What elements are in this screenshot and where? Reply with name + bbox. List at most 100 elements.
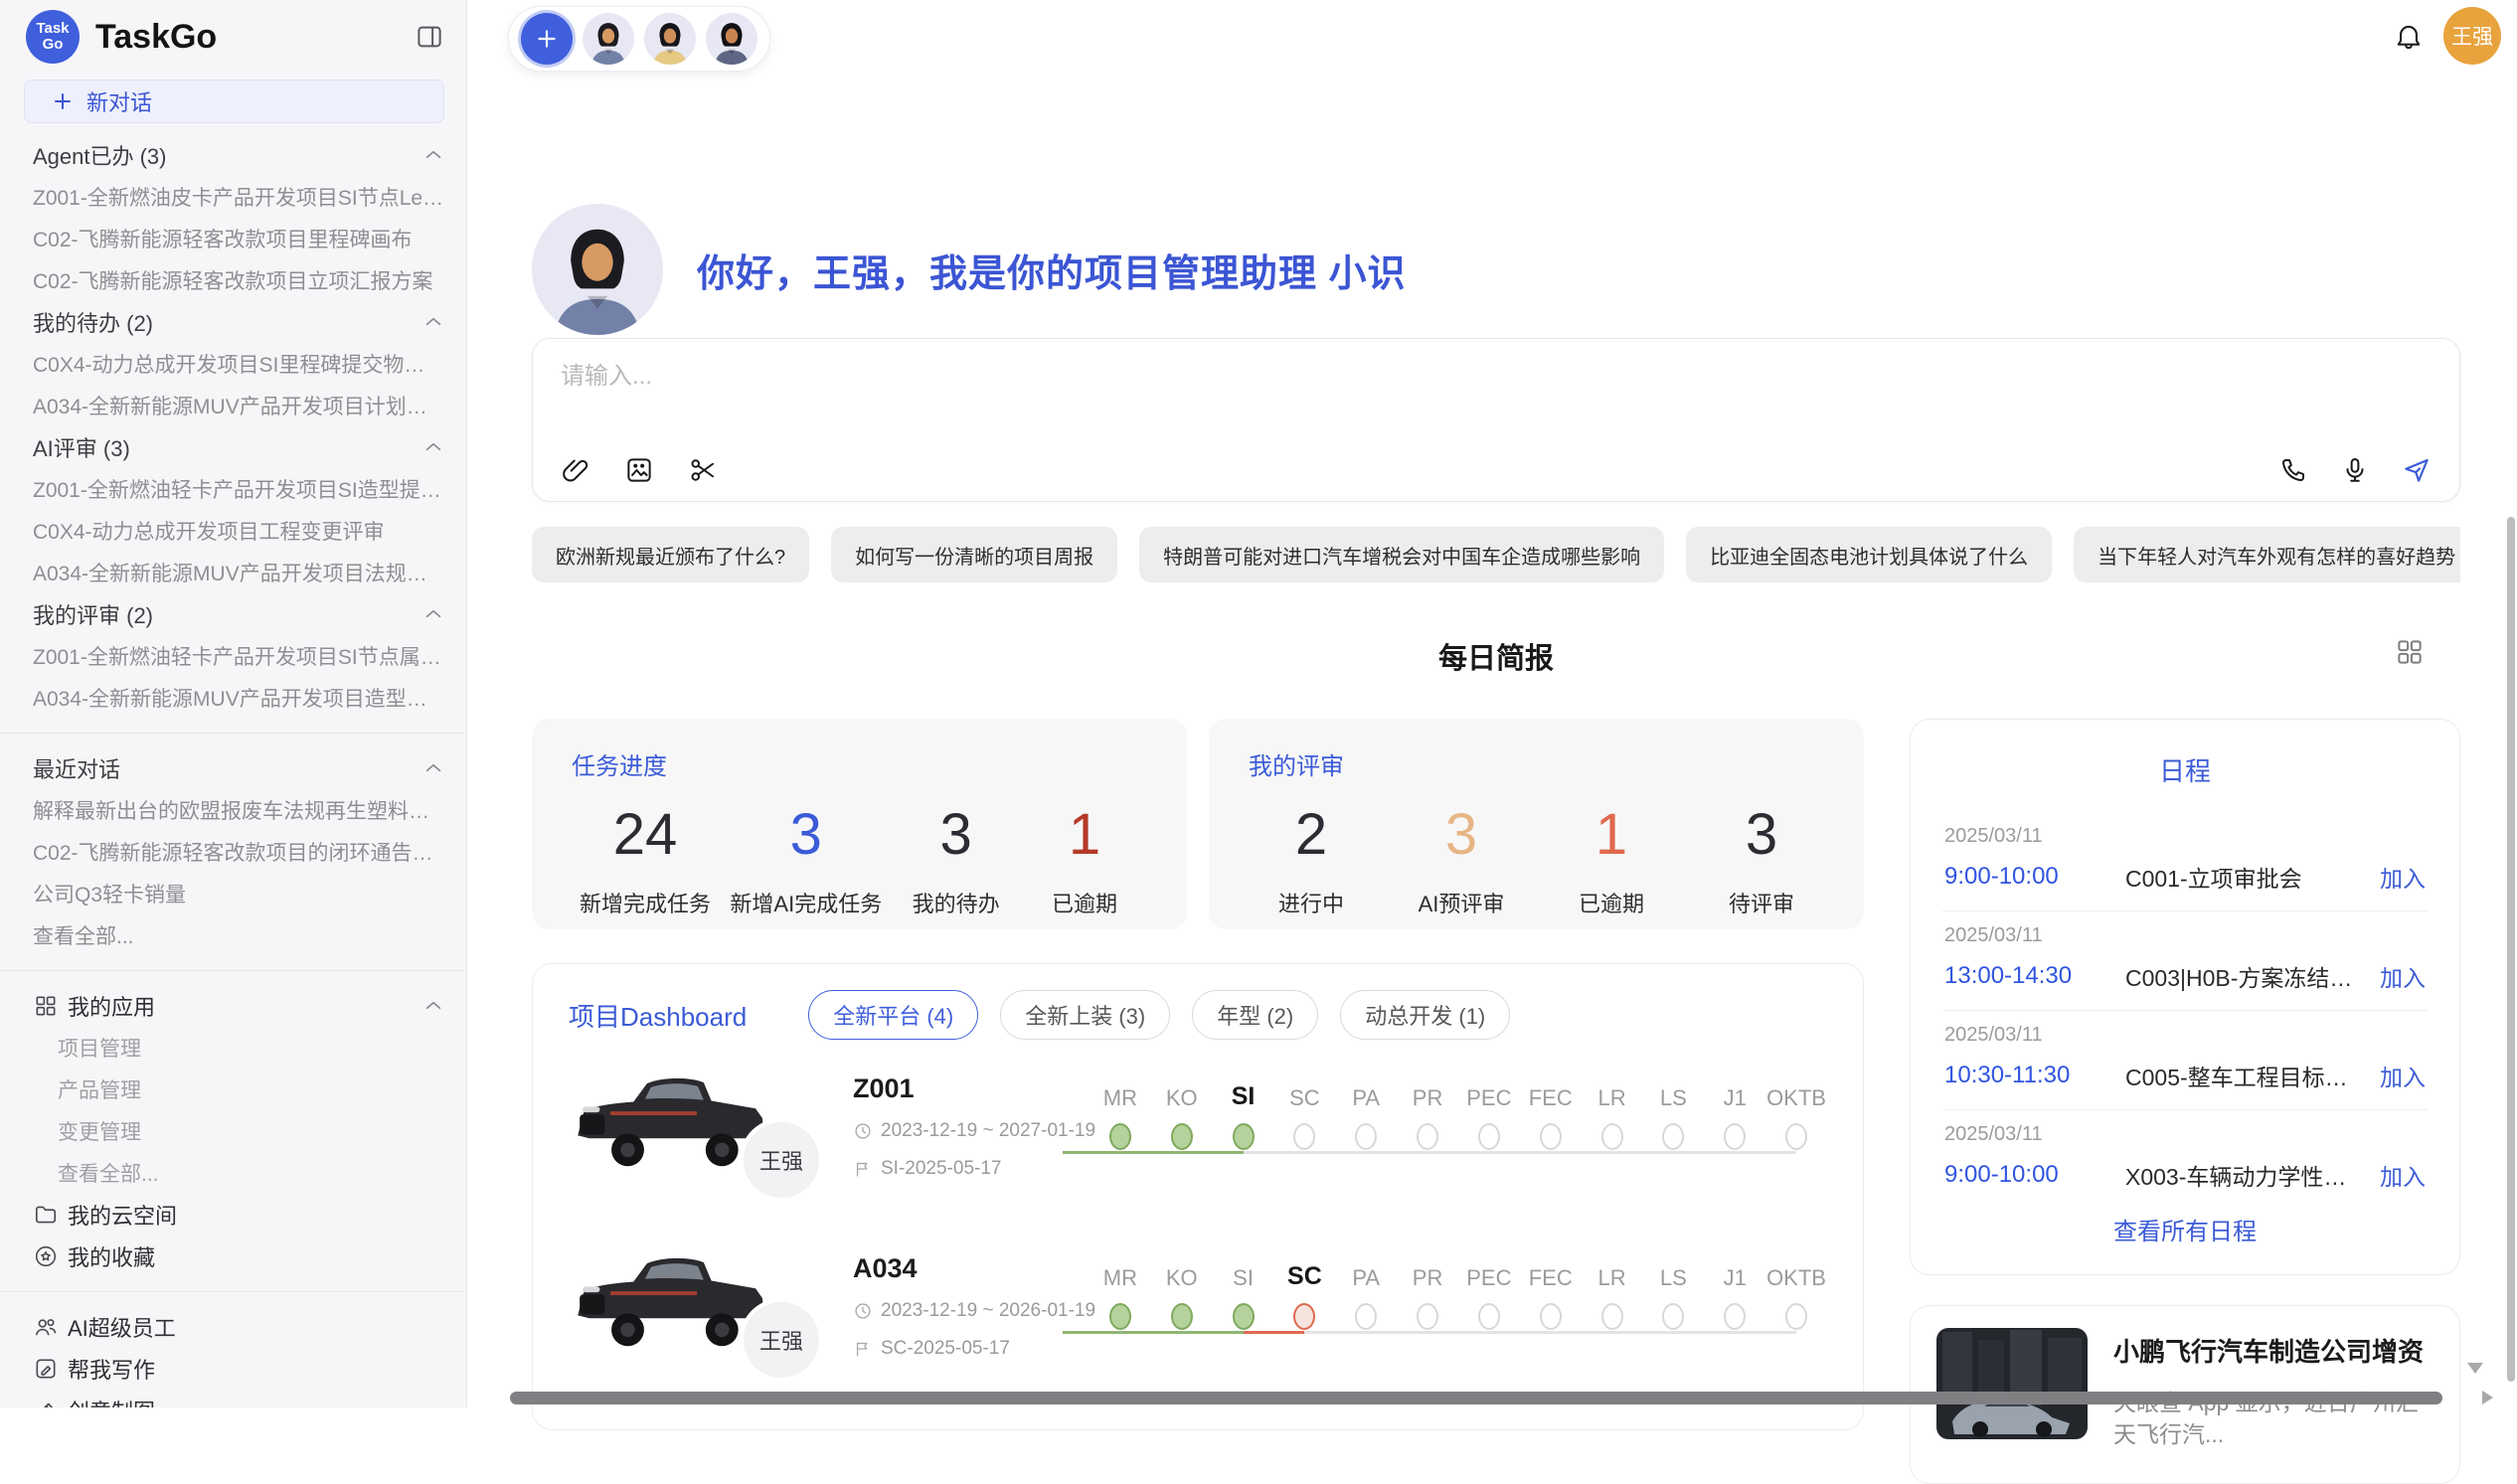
recent-chat-item[interactable]: 公司Q3轻卡销量 xyxy=(0,873,466,914)
milestone: SI xyxy=(1213,1259,1274,1400)
sidebar-tool-people[interactable]: AI超级员工 xyxy=(0,1306,466,1348)
milestone-dot xyxy=(1540,1303,1562,1330)
app-item[interactable]: 查看全部... xyxy=(0,1152,466,1194)
stat-value: 1 xyxy=(1595,803,1627,867)
chevron-up-icon[interactable] xyxy=(422,311,444,333)
image-icon[interactable] xyxy=(624,455,654,485)
milestone-dot xyxy=(1417,1303,1438,1330)
milestone-label: PEC xyxy=(1466,1079,1511,1111)
dashboard-filter-chip[interactable]: 年型 (2) xyxy=(1192,990,1318,1040)
agent-avatar-1[interactable] xyxy=(583,13,634,65)
new-chat-button[interactable]: 新对话 xyxy=(24,80,444,123)
chevron-up-icon[interactable] xyxy=(422,757,444,779)
stat-label: 已逾期 xyxy=(1579,887,1644,918)
app-item[interactable]: 产品管理 xyxy=(0,1069,466,1110)
sidebar-my-apps[interactable]: 我的应用 xyxy=(0,985,466,1027)
recent-chat-item[interactable]: 解释最新出台的欧盟报废车法规再生塑料比例被调至15%... xyxy=(0,789,466,831)
project-row[interactable]: 王强A0342023-12-19 ~ 2026-01-19SC-2025-05-… xyxy=(569,1234,1827,1400)
milestone-dot xyxy=(1724,1303,1746,1330)
sidebar-section-header-2[interactable]: AI评审 (3) xyxy=(0,426,466,468)
flag-icon xyxy=(853,1159,873,1179)
chat-input-card xyxy=(532,338,2460,502)
milestone-label: LS xyxy=(1660,1079,1687,1111)
add-agent-button[interactable] xyxy=(521,13,573,65)
dashboard-filter-chip[interactable]: 全新上装 (3) xyxy=(1000,990,1170,1040)
agent-avatar-2[interactable] xyxy=(644,13,696,65)
sidebar-task-item[interactable]: A034-全新新能源MUV产品开发项目计划变更表编写 xyxy=(0,385,466,426)
stat-label: 新增完成任务 xyxy=(580,887,711,918)
stat: 24新增完成任务 xyxy=(580,803,711,918)
user-avatar[interactable]: 王强 xyxy=(2443,7,2501,65)
scissors-icon[interactable] xyxy=(688,455,718,485)
dashboard-filter-chip[interactable]: 动总开发 (1) xyxy=(1340,990,1510,1040)
suggestion-chip[interactable]: 特朗普可能对进口汽车增税会对中国车企造成哪些影响 xyxy=(1139,527,1664,582)
milestone: PR xyxy=(1397,1259,1458,1400)
suggestion-chip[interactable]: 欧洲新规最近颁布了什么? xyxy=(532,527,809,582)
milestone: LR xyxy=(1582,1259,1643,1400)
milestone: SI xyxy=(1213,1079,1274,1220)
scroll-down-arrow[interactable] xyxy=(2467,1363,2483,1374)
sidebar-task-item[interactable]: C02-飞腾新能源轻客改款项目立项汇报方案 xyxy=(0,259,466,301)
schedule-join-link[interactable]: 加入 xyxy=(2380,959,2426,993)
schedule-join-link[interactable]: 加入 xyxy=(2380,1158,2426,1192)
milestone: PR xyxy=(1397,1079,1458,1220)
project-row[interactable]: 王强Z0012023-12-19 ~ 2027-01-19SI-2025-05-… xyxy=(569,1054,1827,1220)
sidebar-task-item[interactable]: Z001-全新燃油轻卡产品开发项目SI造型提交物评审 xyxy=(0,468,466,510)
project-code: Z001 xyxy=(853,1073,1090,1104)
people-icon xyxy=(33,1314,59,1340)
suggestion-chip[interactable]: 当下年轻人对汽车外观有怎样的喜好趋势 xyxy=(2074,527,2460,582)
phone-icon[interactable] xyxy=(2278,455,2308,485)
schedule-join-link[interactable]: 加入 xyxy=(2380,1059,2426,1092)
send-icon[interactable] xyxy=(2402,455,2432,485)
greeting-text: 你好，王强，我是你的项目管理助理 小识 xyxy=(697,243,1407,297)
vertical-scrollbar[interactable] xyxy=(2507,517,2515,1382)
notification-bell-icon[interactable] xyxy=(2392,22,2426,56)
sidebar-task-item[interactable]: C02-飞腾新能源轻客改款项目里程碑画布 xyxy=(0,218,466,259)
sidebar-collapse-icon[interactable] xyxy=(415,22,444,52)
recent-chat-item[interactable]: 查看全部... xyxy=(0,914,466,956)
sidebar-section-header-3[interactable]: 我的评审 (2) xyxy=(0,593,466,635)
horizontal-scrollbar[interactable] xyxy=(510,1392,2442,1404)
view-all-schedule-link[interactable]: 查看所有日程 xyxy=(1942,1212,2428,1250)
milestone: KO xyxy=(1151,1259,1213,1400)
agent-avatar-3[interactable] xyxy=(706,13,757,65)
sidebar-section-header-1[interactable]: 我的待办 (2) xyxy=(0,301,466,343)
suggestion-chip[interactable]: 如何写一份清晰的项目周报 xyxy=(831,527,1117,582)
recent-chat-item[interactable]: C02-飞腾新能源轻客改款项目的闭环通告反馈情况 xyxy=(0,831,466,873)
app-item[interactable]: 项目管理 xyxy=(0,1027,466,1069)
scroll-right-arrow[interactable] xyxy=(2482,1391,2493,1404)
sidebar-tool-write[interactable]: 帮我写作 xyxy=(0,1348,466,1390)
sidebar-task-item[interactable]: A034-全新新能源MUV产品开发项目法规符合性评审 xyxy=(0,552,466,593)
suggestion-chip[interactable]: 比亚迪全固态电池计划具体说了什么 xyxy=(1686,527,2052,582)
milestone-dot xyxy=(1662,1303,1684,1330)
chevron-up-icon[interactable] xyxy=(422,436,444,458)
sidebar-section-header-0[interactable]: Agent已办 (3) xyxy=(0,134,466,176)
chevron-up-icon[interactable] xyxy=(422,144,444,166)
layout-grid-icon[interactable] xyxy=(2395,637,2425,667)
chevron-up-icon[interactable] xyxy=(422,603,444,625)
attachment-icon[interactable] xyxy=(561,455,590,485)
sidebar-task-item[interactable]: Z001-全新燃油皮卡产品开发项目SI节点Lesson Learn报告 xyxy=(0,176,466,218)
sidebar-task-item[interactable]: A034-全新新能源MUV产品开发项目造型可行性评审 xyxy=(0,677,466,719)
schedule-join-link[interactable]: 加入 xyxy=(2380,860,2426,894)
milestone: OKTB xyxy=(1765,1079,1827,1220)
schedule-time: 10:30-11:30 xyxy=(1944,1062,2125,1089)
project-owner-badge: 王强 xyxy=(740,1118,823,1202)
chevron-up-icon[interactable] xyxy=(422,995,444,1017)
dashboard-filter-chip[interactable]: 全新平台 (4) xyxy=(808,990,978,1040)
sidebar-task-item[interactable]: C0X4-动力总成开发项目工程变更评审 xyxy=(0,510,466,552)
sidebar-task-item[interactable]: Z001-全新燃油轻卡产品开发项目SI节点属性5D文件评审 xyxy=(0,635,466,677)
milestone-dot xyxy=(1417,1123,1438,1150)
sidebar-item-star[interactable]: 我的收藏 xyxy=(0,1236,466,1277)
sidebar-tool-pen[interactable]: 创意制图 xyxy=(0,1390,466,1407)
schedule-date: 2025/03/11 xyxy=(1944,1123,2426,1146)
dashboard-title: 项目Dashboard xyxy=(569,997,747,1034)
new-chat-label: 新对话 xyxy=(86,85,152,117)
sidebar-section-recent[interactable]: 最近对话 xyxy=(0,747,466,789)
sidebar-task-item[interactable]: C0X4-动力总成开发项目SI里程碑提交物检查 xyxy=(0,343,466,385)
sidebar-item-folder[interactable]: 我的云空间 xyxy=(0,1194,466,1236)
chat-input[interactable] xyxy=(561,363,2432,391)
mic-icon[interactable] xyxy=(2340,455,2370,485)
app-item[interactable]: 变更管理 xyxy=(0,1110,466,1152)
milestone-track: MRKOSISCPAPRPECFECLRLSJ1OKTB xyxy=(1090,1054,1827,1220)
